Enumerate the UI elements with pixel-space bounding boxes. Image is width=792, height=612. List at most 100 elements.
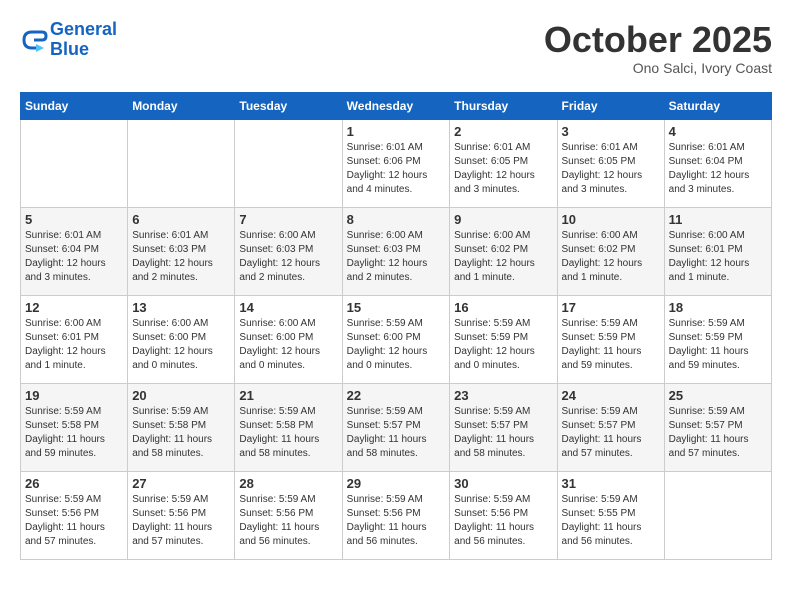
day-info: Sunrise: 6:00 AM Sunset: 6:03 PM Dayligh…: [347, 229, 446, 285]
day-info: Sunrise: 5:59 AM Sunset: 5:57 PM Dayligh…: [347, 405, 446, 461]
day-info: Sunrise: 5:59 AM Sunset: 5:57 PM Dayligh…: [669, 405, 767, 461]
day-number: 22: [347, 388, 446, 403]
day-info: Sunrise: 5:59 AM Sunset: 5:57 PM Dayligh…: [454, 405, 552, 461]
day-number: 14: [239, 300, 337, 315]
day-info: Sunrise: 5:59 AM Sunset: 5:59 PM Dayligh…: [669, 317, 767, 373]
calendar-cell: 11Sunrise: 6:00 AM Sunset: 6:01 PM Dayli…: [664, 207, 771, 295]
calendar-cell: 13 Sunrise: 6:00 AM Sunset: 6:00 PM Dayli…: [128, 295, 235, 383]
title-block: October 2025 Ono Salci, Ivory Coast: [544, 20, 772, 76]
day-info: Sunrise: 5:59 AM Sunset: 5:55 PM Dayligh…: [562, 493, 660, 549]
day-number: 12: [25, 300, 123, 315]
calendar-cell: 7 Sunrise: 6:00 AM Sunset: 6:03 PM Daylig…: [235, 207, 342, 295]
weekday-header-friday: Friday: [557, 92, 664, 119]
day-number: 27: [132, 476, 230, 491]
calendar-cell: 29 Sunrise: 5:59 AM Sunset: 5:56 PM Dayli…: [342, 471, 450, 559]
day-number: 7: [239, 212, 337, 227]
calendar-cell: 23 Sunrise: 5:59 AM Sunset: 5:57 PM Dayli…: [450, 383, 557, 471]
day-number: 17: [562, 300, 660, 315]
calendar-cell: 25 Sunrise: 5:59 AM Sunset: 5:57 PM Dayli…: [664, 383, 771, 471]
week-row-5: 26 Sunrise: 5:59 AM Sunset: 5:56 PM Dayli…: [21, 471, 772, 559]
day-info: Sunrise: 5:59 AM Sunset: 5:58 PM Dayligh…: [239, 405, 337, 461]
day-number: 29: [347, 476, 446, 491]
week-row-2: 5 Sunrise: 6:01 AM Sunset: 6:04 PM Daylig…: [21, 207, 772, 295]
weekday-header-row: SundayMondayTuesdayWednesdayThursdayFrid…: [21, 92, 772, 119]
day-info: Sunrise: 6:00 AM Sunset: 6:01 PM Dayligh…: [669, 229, 767, 285]
day-number: 2: [454, 124, 552, 139]
calendar-cell: [235, 119, 342, 207]
day-number: 23: [454, 388, 552, 403]
calendar-cell: 14 Sunrise: 6:00 AM Sunset: 6:00 PM Dayli…: [235, 295, 342, 383]
month-title: October 2025: [544, 20, 772, 60]
calendar-cell: 21Sunrise: 5:59 AM Sunset: 5:58 PM Dayli…: [235, 383, 342, 471]
calendar-cell: 31Sunrise: 5:59 AM Sunset: 5:55 PM Dayli…: [557, 471, 664, 559]
day-info: Sunrise: 6:01 AM Sunset: 6:05 PM Dayligh…: [454, 141, 552, 197]
calendar-cell: 17 Sunrise: 5:59 AM Sunset: 5:59 PM Dayli…: [557, 295, 664, 383]
calendar-cell: 8Sunrise: 6:00 AM Sunset: 6:03 PM Daylig…: [342, 207, 450, 295]
day-number: 1: [347, 124, 446, 139]
calendar-cell: 1 Sunrise: 6:01 AM Sunset: 6:06 PM Daylig…: [342, 119, 450, 207]
day-info: Sunrise: 6:00 AM Sunset: 6:02 PM Dayligh…: [562, 229, 660, 285]
calendar-cell: [128, 119, 235, 207]
day-info: Sunrise: 5:59 AM Sunset: 5:56 PM Dayligh…: [347, 493, 446, 549]
day-number: 25: [669, 388, 767, 403]
calendar-table: SundayMondayTuesdayWednesdayThursdayFrid…: [20, 92, 772, 560]
day-number: 10: [562, 212, 660, 227]
calendar-cell: [21, 119, 128, 207]
day-number: 3: [562, 124, 660, 139]
calendar-cell: 3Sunrise: 6:01 AM Sunset: 6:05 PM Daylig…: [557, 119, 664, 207]
calendar-cell: 2 Sunrise: 6:01 AM Sunset: 6:05 PM Daylig…: [450, 119, 557, 207]
day-info: Sunrise: 6:00 AM Sunset: 6:01 PM Dayligh…: [25, 317, 123, 373]
weekday-header-tuesday: Tuesday: [235, 92, 342, 119]
day-number: 26: [25, 476, 123, 491]
day-info: Sunrise: 5:59 AM Sunset: 5:58 PM Dayligh…: [132, 405, 230, 461]
calendar-cell: 22 Sunrise: 5:59 AM Sunset: 5:57 PM Dayli…: [342, 383, 450, 471]
weekday-header-wednesday: Wednesday: [342, 92, 450, 119]
day-info: Sunrise: 6:01 AM Sunset: 6:04 PM Dayligh…: [25, 229, 123, 285]
calendar-cell: 26 Sunrise: 5:59 AM Sunset: 5:56 PM Dayli…: [21, 471, 128, 559]
weekday-header-monday: Monday: [128, 92, 235, 119]
calendar-cell: 6Sunrise: 6:01 AM Sunset: 6:03 PM Daylig…: [128, 207, 235, 295]
calendar-cell: 30Sunrise: 5:59 AM Sunset: 5:56 PM Dayli…: [450, 471, 557, 559]
calendar-cell: 24 Sunrise: 5:59 AM Sunset: 5:57 PM Dayli…: [557, 383, 664, 471]
day-info: Sunrise: 6:01 AM Sunset: 6:04 PM Dayligh…: [669, 141, 767, 197]
week-row-3: 12 Sunrise: 6:00 AM Sunset: 6:01 PM Dayli…: [21, 295, 772, 383]
calendar-cell: 16Sunrise: 5:59 AM Sunset: 5:59 PM Dayli…: [450, 295, 557, 383]
day-info: Sunrise: 5:59 AM Sunset: 5:56 PM Dayligh…: [132, 493, 230, 549]
day-info: Sunrise: 5:59 AM Sunset: 5:59 PM Dayligh…: [562, 317, 660, 373]
day-number: 18: [669, 300, 767, 315]
day-number: 16: [454, 300, 552, 315]
day-info: Sunrise: 5:59 AM Sunset: 5:56 PM Dayligh…: [25, 493, 123, 549]
day-info: Sunrise: 6:00 AM Sunset: 6:00 PM Dayligh…: [239, 317, 337, 373]
calendar-cell: 27 Sunrise: 5:59 AM Sunset: 5:56 PM Dayli…: [128, 471, 235, 559]
calendar-cell: 19Sunrise: 5:59 AM Sunset: 5:58 PM Dayli…: [21, 383, 128, 471]
logo-icon: [20, 26, 48, 54]
day-info: Sunrise: 6:01 AM Sunset: 6:06 PM Dayligh…: [347, 141, 446, 197]
calendar-cell: 4 Sunrise: 6:01 AM Sunset: 6:04 PM Daylig…: [664, 119, 771, 207]
day-info: Sunrise: 6:00 AM Sunset: 6:03 PM Dayligh…: [239, 229, 337, 285]
day-info: Sunrise: 5:59 AM Sunset: 5:57 PM Dayligh…: [562, 405, 660, 461]
calendar-cell: 9 Sunrise: 6:00 AM Sunset: 6:02 PM Daylig…: [450, 207, 557, 295]
location: Ono Salci, Ivory Coast: [544, 60, 772, 76]
day-info: Sunrise: 5:59 AM Sunset: 5:58 PM Dayligh…: [25, 405, 123, 461]
day-number: 15: [347, 300, 446, 315]
day-number: 6: [132, 212, 230, 227]
day-number: 28: [239, 476, 337, 491]
page-header: General Blue October 2025 Ono Salci, Ivo…: [20, 20, 772, 76]
weekday-header-thursday: Thursday: [450, 92, 557, 119]
week-row-1: 1 Sunrise: 6:01 AM Sunset: 6:06 PM Daylig…: [21, 119, 772, 207]
day-info: Sunrise: 6:00 AM Sunset: 6:02 PM Dayligh…: [454, 229, 552, 285]
day-number: 20: [132, 388, 230, 403]
calendar-cell: 10 Sunrise: 6:00 AM Sunset: 6:02 PM Dayli…: [557, 207, 664, 295]
day-number: 9: [454, 212, 552, 227]
day-info: Sunrise: 6:00 AM Sunset: 6:00 PM Dayligh…: [132, 317, 230, 373]
day-number: 24: [562, 388, 660, 403]
calendar-cell: 20 Sunrise: 5:59 AM Sunset: 5:58 PM Dayli…: [128, 383, 235, 471]
logo-blue: Blue: [50, 39, 89, 59]
calendar-cell: 12 Sunrise: 6:00 AM Sunset: 6:01 PM Dayli…: [21, 295, 128, 383]
calendar-cell: [664, 471, 771, 559]
day-number: 5: [25, 212, 123, 227]
day-number: 13: [132, 300, 230, 315]
day-number: 4: [669, 124, 767, 139]
day-info: Sunrise: 5:59 AM Sunset: 5:56 PM Dayligh…: [454, 493, 552, 549]
calendar-cell: 15Sunrise: 5:59 AM Sunset: 6:00 PM Dayli…: [342, 295, 450, 383]
